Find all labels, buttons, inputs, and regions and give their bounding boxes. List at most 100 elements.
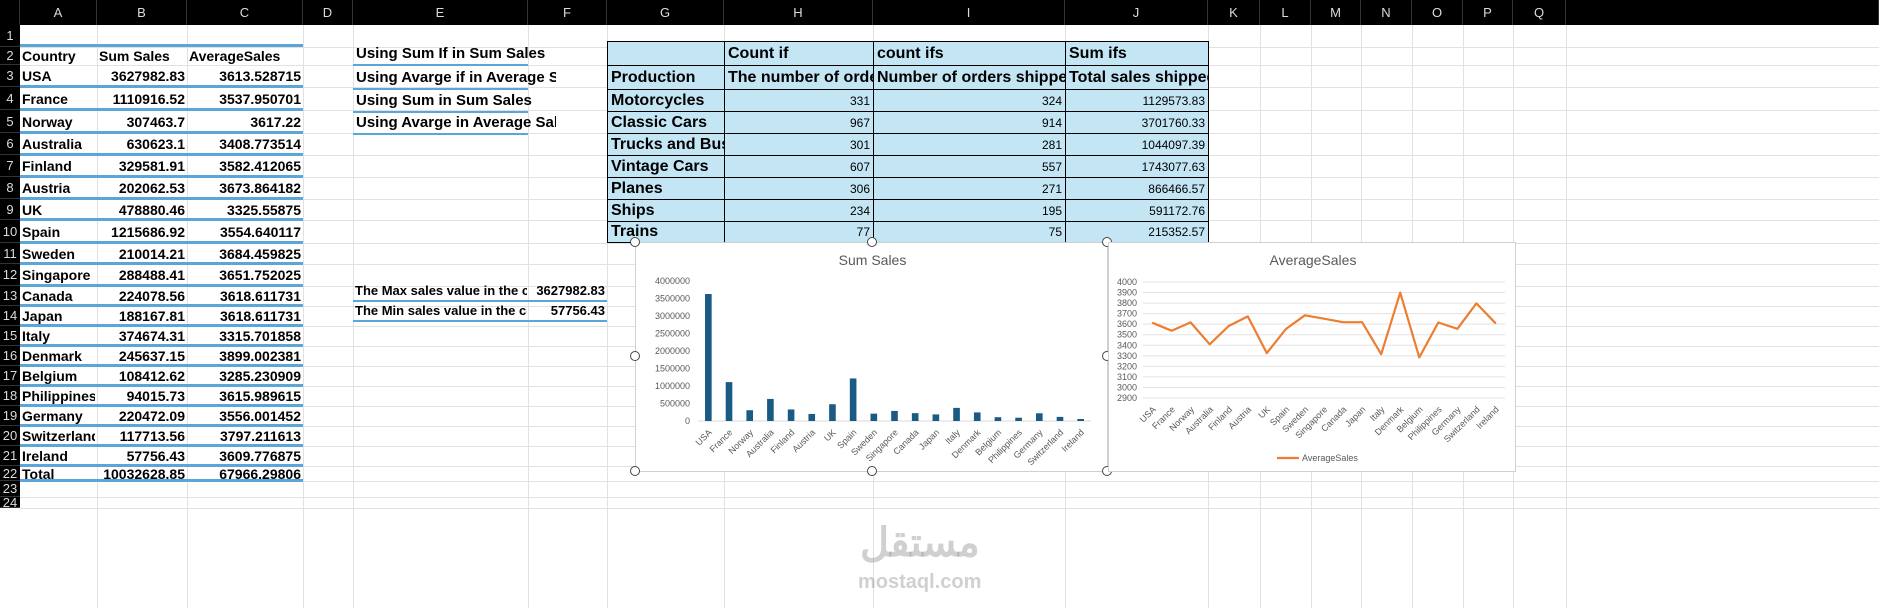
production-value-cell[interactable]: 281 xyxy=(873,133,1066,156)
country-name-cell[interactable]: Italy xyxy=(22,326,95,346)
country-name-cell[interactable]: Switzerland xyxy=(22,426,95,446)
row-header-9[interactable]: 9 xyxy=(0,199,20,220)
select-all-corner[interactable] xyxy=(0,0,20,25)
row-header-5[interactable]: 5 xyxy=(0,110,20,133)
sum-sales-chart[interactable]: Sum Sales 0 500000 1000000 1500000 2000000 250… xyxy=(635,242,1108,472)
column-header-G[interactable]: G xyxy=(607,0,724,25)
average-sales-cell[interactable]: 3684.459825 xyxy=(189,243,301,264)
average-sales-cell[interactable]: 3899.002381 xyxy=(189,346,301,366)
average-sales-chart[interactable]: AverageSales 2900 3000 3100 3200 3300 3400 3500… xyxy=(1108,242,1516,472)
sum-sales-cell[interactable]: 57756.43 xyxy=(99,446,185,466)
average-sales-cell[interactable]: 3618.611731 xyxy=(189,286,301,306)
row-header-19[interactable]: 19 xyxy=(0,406,20,426)
average-sales-cell[interactable]: 3797.211613 xyxy=(189,426,301,446)
sum-sales-cell[interactable]: 108412.62 xyxy=(99,366,185,386)
production-header-cell[interactable]: Number of orders shipped xyxy=(873,65,1066,90)
production-name-cell[interactable]: Motorcycles xyxy=(607,89,725,112)
production-value-cell[interactable]: 301 xyxy=(724,133,874,156)
sum-sales-cell[interactable]: 224078.56 xyxy=(99,286,185,306)
average-sales-cell[interactable]: 3554.640117 xyxy=(189,220,301,243)
production-value-cell[interactable]: 271 xyxy=(873,177,1066,200)
country-name-cell[interactable]: Canada xyxy=(22,286,95,306)
row-header-14[interactable]: 14 xyxy=(0,306,20,326)
row-header-4[interactable]: 4 xyxy=(0,87,20,110)
row-header-8[interactable]: 8 xyxy=(0,177,20,199)
average-sales-cell[interactable]: 3673.864182 xyxy=(189,177,301,199)
sum-sales-cell[interactable]: 117713.56 xyxy=(99,426,185,446)
column-header-B[interactable]: B xyxy=(97,0,187,25)
resize-handle[interactable] xyxy=(630,237,640,247)
header-country[interactable]: Country xyxy=(22,47,95,65)
minmax-value[interactable]: 57756.43 xyxy=(530,300,605,320)
production-name-cell[interactable]: Classic Cars xyxy=(607,111,725,134)
production-name-cell[interactable]: Planes xyxy=(607,177,725,200)
sum-sales-cell[interactable]: 288488.41 xyxy=(99,264,185,286)
average-sales-cell[interactable]: 3651.752025 xyxy=(189,264,301,286)
production-header-cell[interactable]: The number of order xyxy=(724,65,874,90)
spreadsheet[interactable]: A B C D E F G H I J K L M N O P Q 1 2 3 4 5 6 7 8 9 10 11 12 13 14 15 16… xyxy=(0,0,1879,608)
production-value-cell[interactable]: 77 xyxy=(724,221,874,243)
row-header-20[interactable]: 20 xyxy=(0,426,20,446)
row-header-15[interactable]: 15 xyxy=(0,326,20,346)
sum-sales-cell[interactable]: 188167.81 xyxy=(99,306,185,326)
note-text[interactable]: Using Sum If in Sum Sales xyxy=(356,43,556,64)
row-header-11[interactable]: 11 xyxy=(0,243,20,264)
sum-sales-cell[interactable]: 245637.15 xyxy=(99,346,185,366)
country-name-cell[interactable]: Belgium xyxy=(22,366,95,386)
resize-handle[interactable] xyxy=(867,237,877,247)
row-header-21[interactable]: 21 xyxy=(0,446,20,466)
column-header-H[interactable]: H xyxy=(724,0,873,25)
country-name-cell[interactable]: Ireland xyxy=(22,446,95,466)
row-header-10[interactable]: 10 xyxy=(0,220,20,243)
row-header-3[interactable]: 3 xyxy=(0,65,20,87)
row-header-13[interactable]: 13 xyxy=(0,286,20,306)
resize-handle[interactable] xyxy=(630,351,640,361)
production-name-cell[interactable]: Vintage Cars xyxy=(607,155,725,178)
production-value-cell[interactable]: 195 xyxy=(873,199,1066,222)
production-header-cell[interactable]: Total sales shipped xyxy=(1065,65,1209,90)
production-value-cell[interactable]: 234 xyxy=(724,199,874,222)
production-header-cell[interactable]: Production xyxy=(607,65,725,90)
production-header-cell[interactable]: count ifs xyxy=(873,41,1066,66)
column-header-M[interactable]: M xyxy=(1311,0,1361,25)
average-sales-cell[interactable]: 3617.22 xyxy=(189,110,301,133)
column-header-C[interactable]: C xyxy=(187,0,303,25)
sum-sales-cell[interactable]: 630623.1 xyxy=(99,133,185,155)
average-sales-cell[interactable]: 3408.773514 xyxy=(189,133,301,155)
row-header-24[interactable]: 24 xyxy=(0,495,20,510)
resize-handle[interactable] xyxy=(630,466,640,476)
sum-sales-cell[interactable]: 307463.7 xyxy=(99,110,185,133)
note-text[interactable]: Using Avarge in Average Sales xyxy=(356,112,556,133)
country-name-cell[interactable]: France xyxy=(22,87,95,110)
column-header-Q[interactable]: Q xyxy=(1513,0,1566,25)
column-header-A[interactable]: A xyxy=(20,0,97,25)
header-average-sales[interactable]: AverageSales xyxy=(189,47,301,65)
production-header-cell[interactable] xyxy=(607,41,725,66)
country-name-cell[interactable]: Australia xyxy=(22,133,95,155)
row-header-1[interactable]: 1 xyxy=(0,25,20,47)
production-value-cell[interactable]: 331 xyxy=(724,89,874,112)
production-value-cell[interactable]: 215352.57 xyxy=(1065,221,1209,243)
column-header-E[interactable]: E xyxy=(353,0,528,25)
production-name-cell[interactable]: Trucks and Buses xyxy=(607,133,725,156)
average-sales-cell[interactable]: 3613.528715 xyxy=(189,65,301,87)
row-header-17[interactable]: 17 xyxy=(0,366,20,386)
average-sales-cell[interactable]: 3325.55875 xyxy=(189,199,301,220)
column-header-O[interactable]: O xyxy=(1412,0,1463,25)
average-sales-cell[interactable]: 3609.776875 xyxy=(189,446,301,466)
production-value-cell[interactable]: 914 xyxy=(873,111,1066,134)
sum-sales-cell[interactable]: 478880.46 xyxy=(99,199,185,220)
row-header-22[interactable]: 22 xyxy=(0,466,20,481)
average-sales-cell[interactable]: 3582.412065 xyxy=(189,155,301,177)
average-sales-cell[interactable]: 3618.611731 xyxy=(189,306,301,326)
production-value-cell[interactable]: 607 xyxy=(724,155,874,178)
production-value-cell[interactable]: 324 xyxy=(873,89,1066,112)
country-name-cell[interactable]: Sweden xyxy=(22,243,95,264)
row-header-12[interactable]: 12 xyxy=(0,264,20,286)
production-value-cell[interactable]: 557 xyxy=(873,155,1066,178)
sum-sales-cell[interactable]: 1110916.52 xyxy=(99,87,185,110)
sum-sales-cell[interactable]: 94015.73 xyxy=(99,386,185,406)
sum-sales-cell[interactable]: 1215686.92 xyxy=(99,220,185,243)
note-text[interactable]: Using Sum in Sum Sales xyxy=(356,90,556,111)
production-header-cell[interactable]: Count if xyxy=(724,41,874,66)
